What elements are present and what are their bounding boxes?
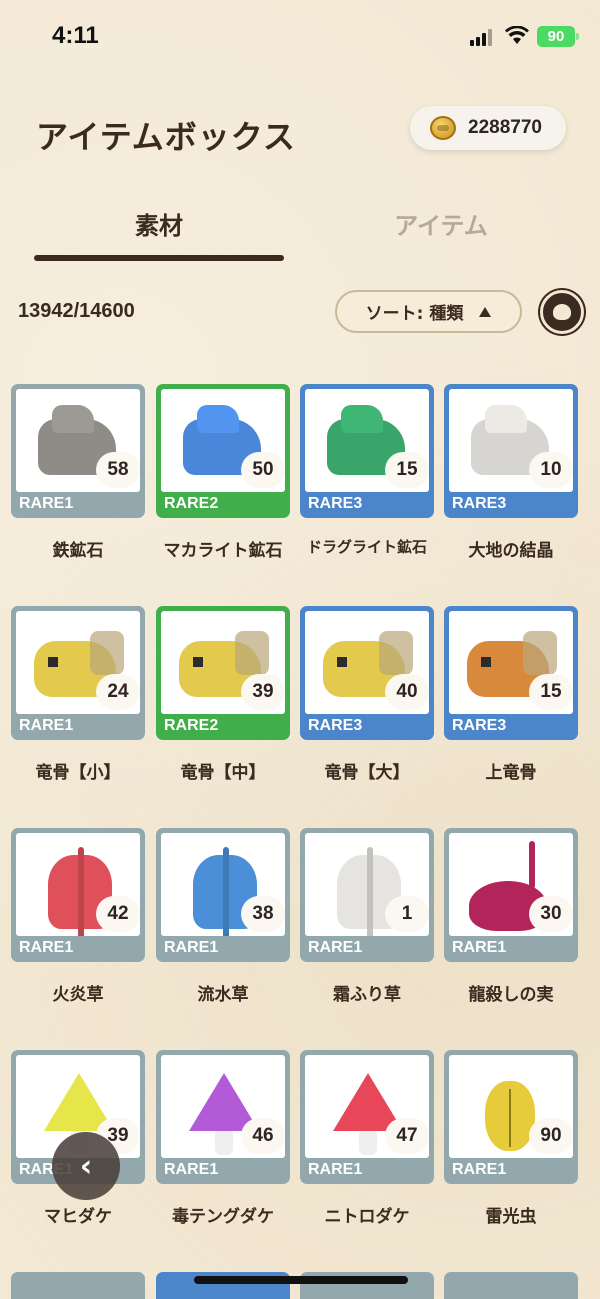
item-card[interactable]: RARE1 42 — [11, 828, 145, 962]
item-card[interactable]: RARE3 15 — [300, 384, 434, 518]
rarity-label: RARE2 — [164, 495, 219, 512]
item-name: 大地の結晶 — [468, 541, 554, 561]
home-indicator[interactable] — [194, 1276, 408, 1284]
item-name: マカライト鉱石 — [163, 541, 283, 561]
item-name: 竜骨【中】 — [180, 763, 266, 783]
rarity-label: RARE1 — [19, 939, 74, 956]
rarity-label: RARE1 — [308, 1161, 363, 1178]
item-card[interactable]: RARE2 50 — [156, 384, 290, 518]
item-name: 流水草 — [197, 985, 249, 1005]
rarity-label: RARE1 — [19, 495, 74, 512]
item-quantity: 10 — [529, 452, 573, 488]
item-quantity: 50 — [241, 452, 285, 488]
rarity-label: RARE1 — [19, 717, 74, 734]
item-name: 霜ふり草 — [333, 985, 401, 1005]
rarity-label: RARE1 — [452, 939, 507, 956]
rarity-label: RARE1 — [308, 939, 363, 956]
sort-button[interactable]: ソート: 種類 — [335, 290, 522, 333]
rarity-label: RARE3 — [452, 495, 507, 512]
coin-icon — [430, 116, 456, 140]
item-card[interactable]: RARE1 30 — [444, 828, 578, 962]
rarity-label: RARE3 — [452, 717, 507, 734]
back-button[interactable]: ‹ — [52, 1132, 120, 1200]
sort-arrow-icon — [479, 306, 492, 317]
item-card[interactable]: RARE1 38 — [156, 828, 290, 962]
item-name: マヒダケ — [44, 1207, 112, 1227]
item-name: 雷光虫 — [485, 1207, 537, 1227]
chevron-left-icon: ‹ — [79, 1148, 93, 1184]
item-card[interactable]: RARE1 46 — [156, 1050, 290, 1184]
item-card-partial[interactable] — [11, 1272, 145, 1299]
item-name: 火炎草 — [52, 985, 104, 1005]
item-quantity: 1 — [385, 896, 429, 932]
item-quantity: 38 — [241, 896, 285, 932]
status-bar: 4:11 90 — [0, 0, 600, 70]
item-quantity: 40 — [385, 674, 429, 710]
battery-icon: 90 — [537, 26, 579, 47]
item-card[interactable]: RARE1 47 — [300, 1050, 434, 1184]
rarity-label: RARE3 — [308, 717, 363, 734]
item-quantity: 46 — [241, 1118, 285, 1154]
item-card[interactable]: RARE3 40 — [300, 606, 434, 740]
item-name: ドラグライト鉱石 — [306, 538, 427, 556]
item-card[interactable]: RARE3 15 — [444, 606, 578, 740]
item-card[interactable]: RARE1 58 — [11, 384, 145, 518]
tab-items[interactable]: アイテム — [316, 206, 566, 241]
item-quantity: 24 — [96, 674, 140, 710]
item-name: 上竜骨 — [485, 763, 537, 783]
sort-label: ソート: 種類 — [365, 304, 464, 324]
rarity-label: RARE2 — [164, 717, 219, 734]
item-name: 竜骨【大】 — [324, 763, 410, 783]
item-card[interactable]: RARE1 24 — [11, 606, 145, 740]
storage-count: 13942/14600 — [18, 300, 135, 322]
item-quantity: 15 — [385, 452, 429, 488]
item-card[interactable]: RARE3 10 — [444, 384, 578, 518]
item-name: 龍殺しの実 — [468, 985, 554, 1005]
item-name: ニトロダケ — [324, 1207, 410, 1227]
item-name: 毒テングダケ — [172, 1207, 274, 1227]
item-quantity: 30 — [529, 896, 573, 932]
item-card[interactable]: RARE1 1 — [300, 828, 434, 962]
rarity-label: RARE1 — [164, 1161, 219, 1178]
item-quantity: 90 — [529, 1118, 573, 1154]
item-quantity: 58 — [96, 452, 140, 488]
item-card[interactable]: RARE1 90 — [444, 1050, 578, 1184]
item-quantity: 15 — [529, 674, 573, 710]
coin-value: 2288770 — [468, 117, 542, 138]
tab-materials[interactable]: 素材 — [34, 206, 284, 241]
wifi-icon — [505, 26, 529, 44]
monster-filter-icon[interactable] — [540, 290, 584, 334]
item-name: 竜骨【小】 — [35, 763, 121, 783]
status-time: 4:11 — [52, 22, 99, 49]
item-quantity: 42 — [96, 896, 140, 932]
item-quantity: 39 — [241, 674, 285, 710]
rarity-label: RARE1 — [452, 1161, 507, 1178]
item-quantity: 47 — [385, 1118, 429, 1154]
item-card-partial[interactable] — [444, 1272, 578, 1299]
rarity-label: RARE1 — [164, 939, 219, 956]
coin-balance: 2288770 — [410, 106, 566, 150]
rarity-label: RARE3 — [308, 495, 363, 512]
cellular-signal-icon — [470, 28, 496, 46]
item-name: 鉄鉱石 — [52, 541, 104, 561]
tab-active-indicator — [34, 255, 284, 261]
page-title: アイテムボックス — [36, 118, 296, 156]
item-card[interactable]: RARE2 39 — [156, 606, 290, 740]
